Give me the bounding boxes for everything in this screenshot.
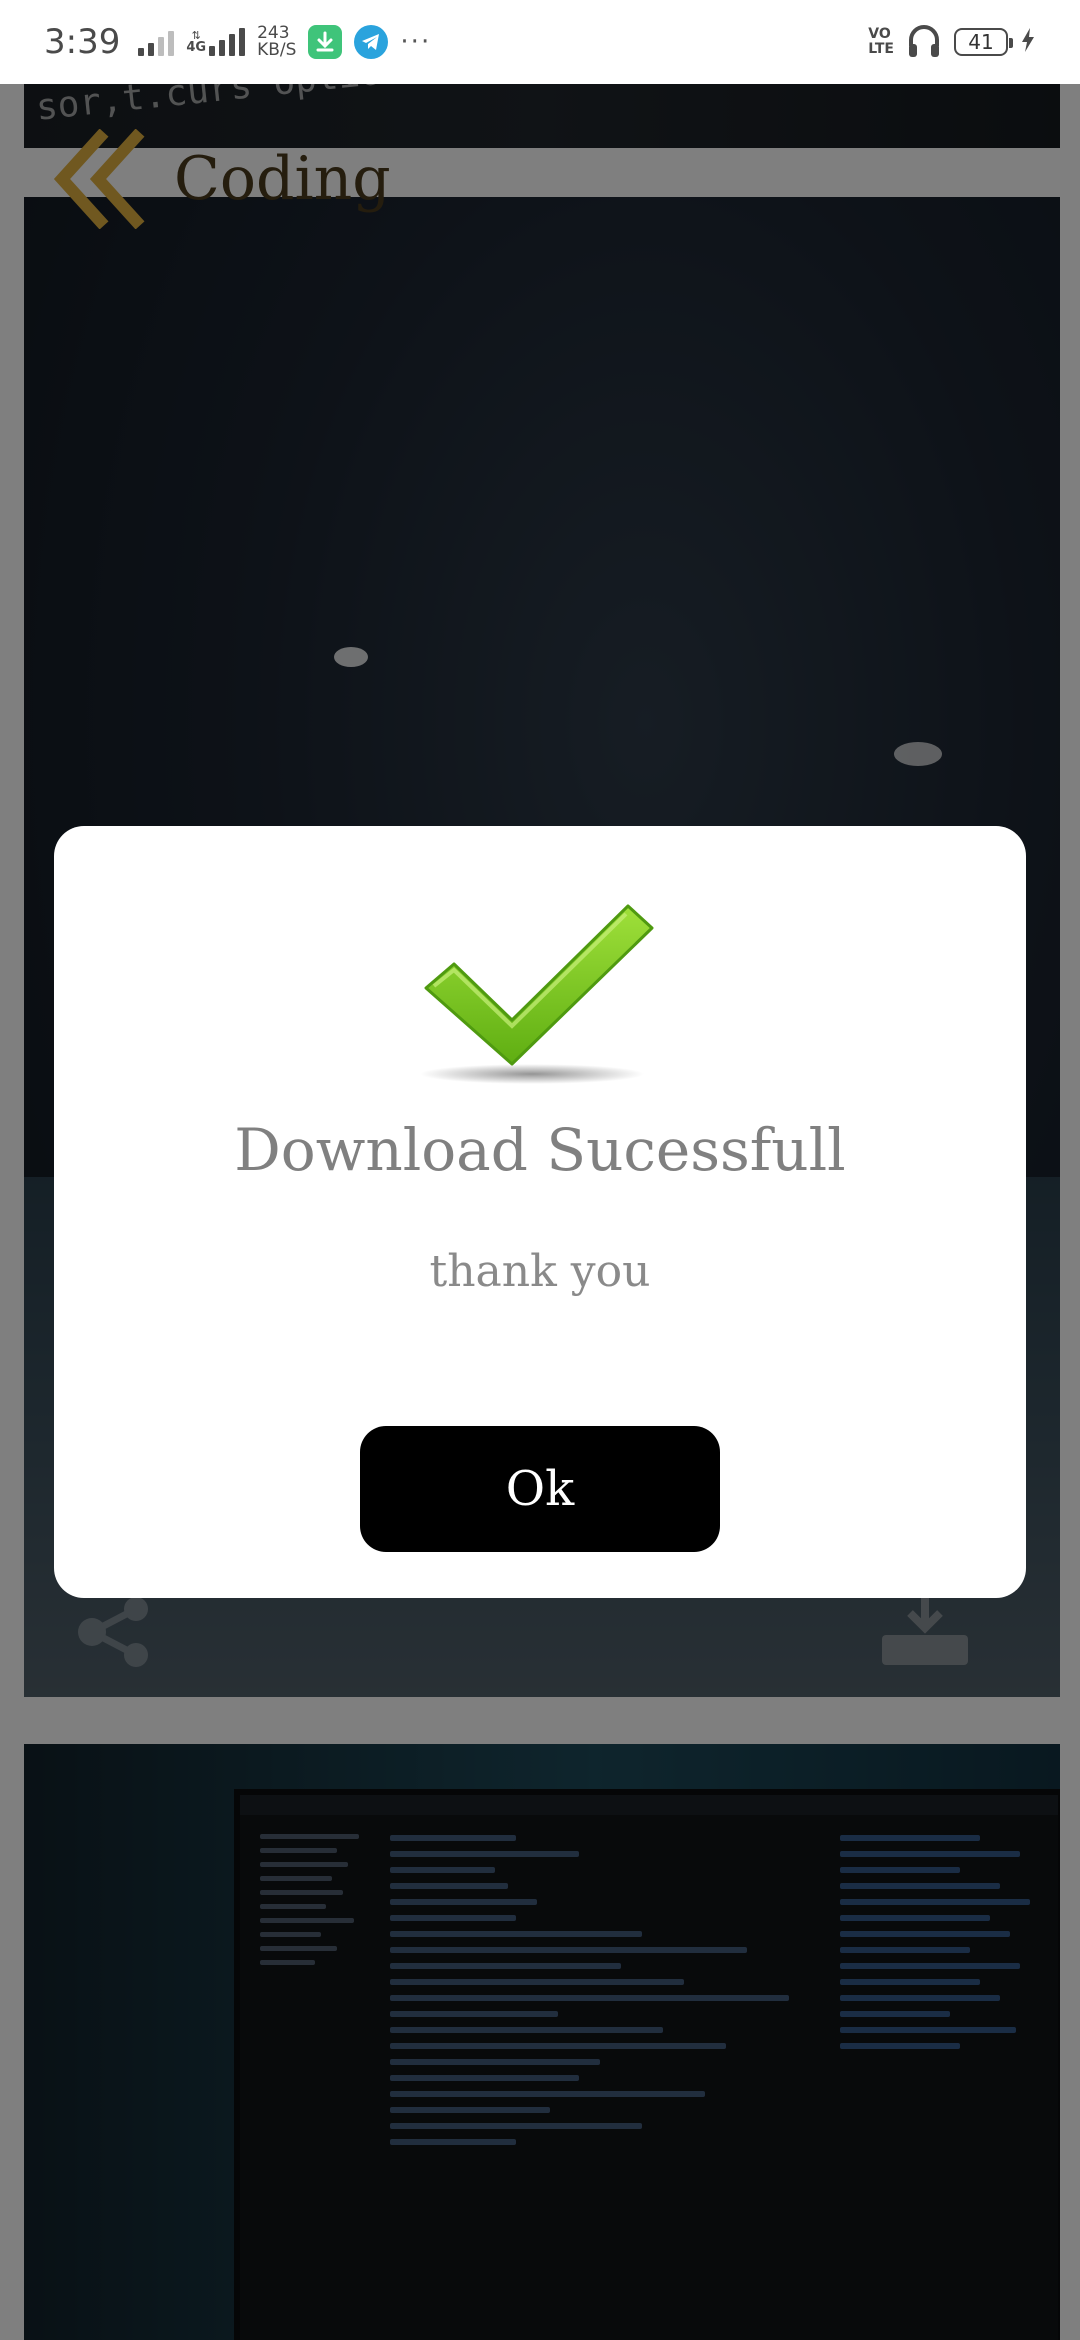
status-bar-right: VO LTE 41 xyxy=(868,20,1036,64)
status-bar-left: 3:39 ⇅ 4G 243 KB/S ··· xyxy=(44,22,431,62)
telegram-icon xyxy=(354,25,389,59)
download-app-icon xyxy=(308,25,343,59)
speed-unit: KB/S xyxy=(257,40,297,60)
ok-button[interactable]: Ok xyxy=(360,1426,720,1552)
dialog-icon-wrap xyxy=(54,902,1026,1096)
charging-icon xyxy=(1020,27,1036,57)
checkmark-icon xyxy=(420,902,660,1096)
network-type: 4G xyxy=(186,39,207,55)
battery-level: 41 xyxy=(968,30,994,54)
battery-icon: 41 xyxy=(954,28,1013,56)
more-dots-icon: ··· xyxy=(400,27,432,57)
download-success-dialog: Download Sucessfull thank you Ok xyxy=(54,826,1026,1598)
data-arrows-icon: ⇅ xyxy=(191,28,201,42)
volte-line2: LTE xyxy=(868,41,894,57)
mobile-data-indicator: ⇅ 4G xyxy=(186,28,246,56)
signal-icon-2 xyxy=(209,28,246,56)
volte-indicator: VO LTE xyxy=(868,27,894,57)
volte-line1: VO xyxy=(868,26,891,42)
status-bar: 3:39 ⇅ 4G 243 KB/S ··· VO LTE 41 xyxy=(0,0,1080,84)
clock: 3:39 xyxy=(44,22,121,62)
dialog-title: Download Sucessfull xyxy=(234,1116,846,1184)
headphones-icon xyxy=(906,20,942,64)
signal-icon xyxy=(138,28,175,56)
network-speed: 243 KB/S xyxy=(257,25,296,59)
dialog-message: thank you xyxy=(429,1246,651,1297)
screen-root: 3:39 ⇅ 4G 243 KB/S ··· VO LTE 41 Downloa… xyxy=(0,0,1080,2340)
